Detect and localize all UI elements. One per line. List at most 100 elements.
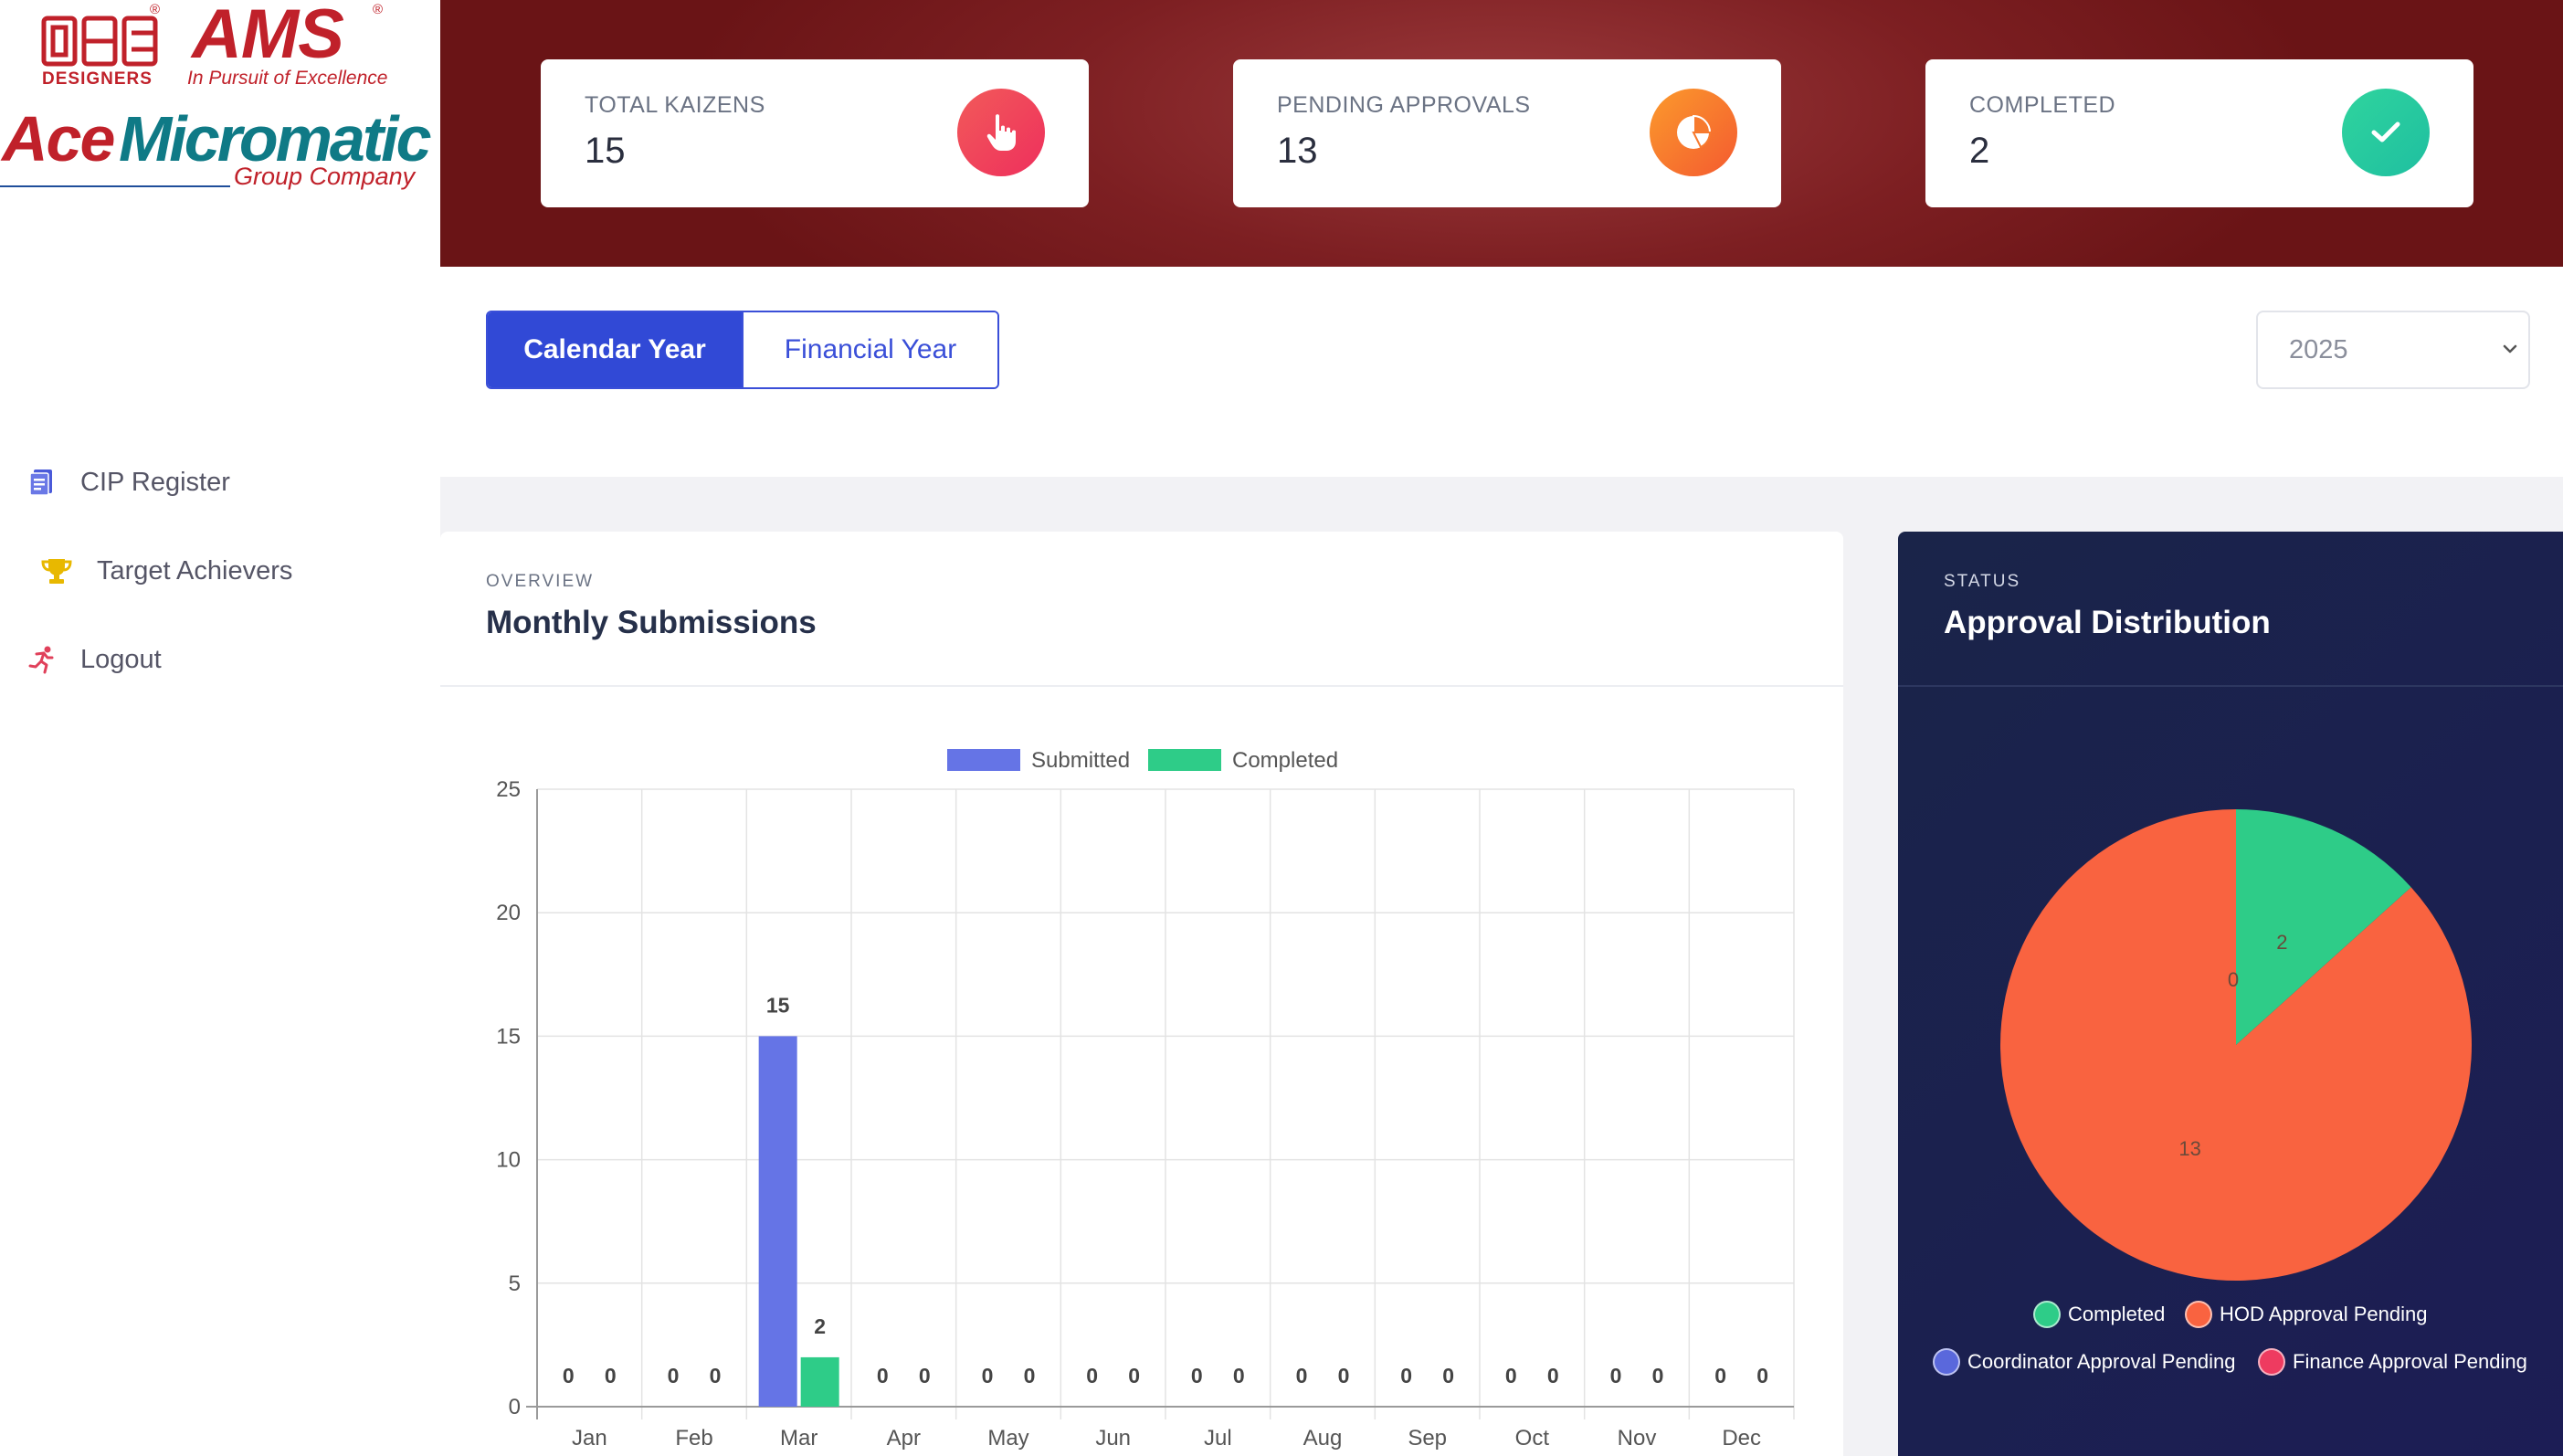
data-label: 2 — [814, 1314, 826, 1338]
stat-title: COMPLETED — [1969, 92, 2116, 118]
pie-chart-icon — [1650, 89, 1737, 176]
pie-data-label: 13 — [2178, 1137, 2200, 1160]
stat-title: TOTAL KAIZENS — [585, 92, 765, 118]
financial-year-button[interactable]: Financial Year — [742, 312, 997, 387]
bar-completed — [800, 1356, 839, 1407]
legend-label: Finance Approval Pending — [2293, 1350, 2527, 1373]
data-label: 0 — [1652, 1364, 1664, 1387]
y-tick-label: 10 — [496, 1148, 521, 1173]
x-tick-label: Aug — [1303, 1426, 1343, 1451]
data-label: 0 — [1296, 1364, 1308, 1387]
x-tick-label: Jul — [1204, 1426, 1232, 1451]
data-label: 0 — [1024, 1364, 1036, 1387]
data-label: 0 — [710, 1364, 722, 1387]
data-label: 0 — [1086, 1364, 1098, 1387]
logo-underline — [0, 185, 230, 187]
year-select-value: 2025 — [2289, 334, 2348, 364]
chevron-down-icon — [2503, 344, 2517, 353]
legend-swatch — [947, 749, 1020, 771]
stat-value: 2 — [1969, 131, 1990, 171]
ams-wordmark: AMS — [192, 0, 344, 73]
data-label: 0 — [605, 1364, 617, 1387]
y-tick-label: 15 — [496, 1024, 521, 1049]
calendar-year-button[interactable]: Calendar Year — [488, 312, 742, 387]
legend-label: Completed — [2068, 1303, 2166, 1325]
approval-distribution-card: STATUS Approval Distribution 2 13 0 Comple… — [1898, 532, 2563, 1456]
data-label: 0 — [877, 1364, 889, 1387]
hand-pointer-icon — [957, 89, 1045, 176]
sidebar-item-cip-register[interactable]: CIP Register — [0, 455, 440, 510]
legend-item-hod-approval-pending[interactable]: HOD Approval Pending — [2185, 1301, 2427, 1328]
sidebar-item-label: CIP Register — [80, 467, 230, 497]
x-tick-label: Jan — [572, 1426, 607, 1451]
legend-item-finance-approval-pending[interactable]: Finance Approval Pending — [2258, 1348, 2527, 1376]
legend-swatch — [2258, 1348, 2285, 1376]
legend-swatch — [1933, 1348, 1960, 1376]
data-label: 15 — [766, 993, 790, 1017]
data-label: 0 — [1400, 1364, 1412, 1387]
x-tick-label: Jun — [1095, 1426, 1131, 1451]
stat-value: 15 — [585, 131, 626, 171]
x-tick-label: Sep — [1408, 1426, 1447, 1451]
data-label: 0 — [1714, 1364, 1726, 1387]
ace-designers-logo-mark — [41, 16, 158, 67]
x-tick-label: Dec — [1722, 1426, 1761, 1451]
legend-swatch — [2033, 1301, 2061, 1328]
ams-tagline: In Pursuit of Excellence — [187, 68, 388, 89]
data-label: 0 — [1756, 1364, 1768, 1387]
x-tick-label: Mar — [780, 1426, 817, 1451]
pie-data-label: 0 — [2228, 968, 2239, 991]
data-label: 0 — [982, 1364, 994, 1387]
legend-label: Completed — [1232, 748, 1338, 773]
data-label: 0 — [1191, 1364, 1203, 1387]
year-select[interactable]: 2025 — [2256, 311, 2530, 389]
registered-mark: ® — [373, 2, 384, 17]
monthly-submissions-card: OVERVIEW Monthly Submissions 0 5 10 15 20 25 S… — [440, 532, 1843, 1456]
stat-card-completed: COMPLETED 2 — [1925, 59, 2473, 207]
legend-item-coordinator-approval-pending[interactable]: Coordinator Approval Pending — [1933, 1348, 2236, 1376]
sidebar-item-logout[interactable]: Logout — [0, 632, 440, 687]
legend-label: HOD Approval Pending — [2220, 1303, 2428, 1325]
header-banner: TOTAL KAIZENS 15 PENDING APPROVALS 13 CO… — [440, 0, 2563, 267]
ace-wordmark: Ace — [2, 103, 115, 174]
y-tick-label: 20 — [496, 901, 521, 925]
running-person-icon — [26, 643, 58, 676]
legend-item-completed[interactable]: Completed — [2033, 1301, 2165, 1328]
x-tick-label: Apr — [887, 1426, 921, 1451]
checkmark-icon — [2342, 89, 2430, 176]
y-tick-label: 0 — [509, 1395, 521, 1419]
sidebar-item-label: Logout — [80, 644, 162, 674]
stat-card-total-kaizens: TOTAL KAIZENS 15 — [541, 59, 1089, 207]
y-tick-label: 5 — [509, 1271, 521, 1296]
data-label: 0 — [1442, 1364, 1454, 1387]
trophy-icon — [40, 554, 73, 587]
stat-title: PENDING APPROVALS — [1277, 92, 1531, 118]
data-label: 0 — [1128, 1364, 1140, 1387]
y-tick-label: 25 — [496, 777, 521, 802]
sidebar: ® DESIGNERS AMS ® In Pursuit of Excellen… — [0, 0, 440, 1456]
sidebar-item-target-achievers[interactable]: Target Achievers — [0, 543, 440, 598]
stat-card-pending-approvals: PENDING APPROVALS 13 — [1233, 59, 1781, 207]
legend-swatch — [2185, 1301, 2212, 1328]
x-tick-label: Feb — [675, 1426, 712, 1451]
x-tick-label: Nov — [1618, 1426, 1657, 1451]
stat-value: 13 — [1277, 131, 1318, 171]
x-tick-label: Oct — [1515, 1426, 1550, 1451]
registered-mark: ® — [150, 2, 161, 17]
pie-data-label: 2 — [2276, 931, 2287, 954]
data-label: 0 — [919, 1364, 931, 1387]
group-company-text: Group Company — [234, 163, 416, 190]
data-label: 0 — [1233, 1364, 1245, 1387]
legend-label: Coordinator Approval Pending — [1967, 1350, 2236, 1373]
bar-submitted — [758, 1036, 797, 1407]
filter-panel: Calendar Year Financial Year 2025 — [440, 267, 2563, 477]
data-label: 0 — [1338, 1364, 1350, 1387]
x-tick-label: May — [987, 1426, 1028, 1451]
data-label: 0 — [563, 1364, 575, 1387]
sidebar-item-label: Target Achievers — [97, 555, 293, 586]
designers-text: DESIGNERS — [42, 69, 153, 89]
year-type-toggle: Calendar Year Financial Year — [486, 311, 999, 389]
data-label: 0 — [668, 1364, 680, 1387]
data-label: 0 — [1547, 1364, 1559, 1387]
monthly-submissions-chart: 0510152025Submitted Completed0 0Jan0 0Feb15… — [496, 748, 1795, 1451]
